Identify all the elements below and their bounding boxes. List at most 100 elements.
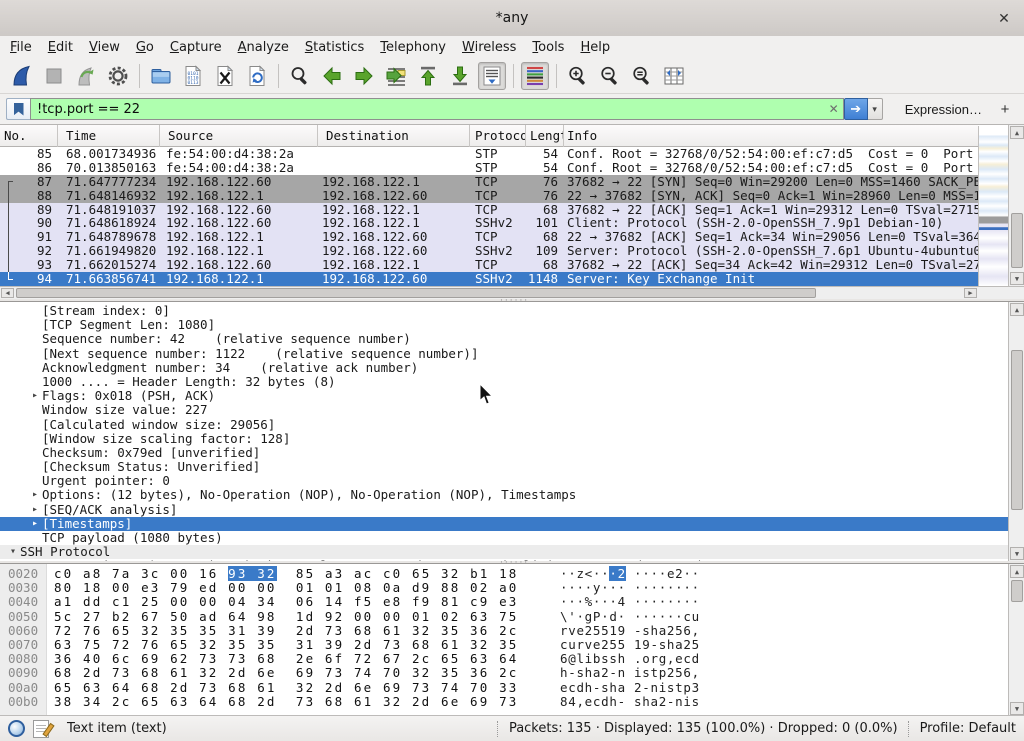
next-packet-button[interactable] [350,62,378,90]
zoom-original-button[interactable] [628,62,656,90]
close-button[interactable]: ✕ [994,8,1014,28]
hex-row[interactable]: 0020c0 a8 7a 3c 00 16 93 32 85 a3 ac c0 … [0,567,1008,581]
scroll-down-icon[interactable]: ▼ [1010,272,1024,285]
hex-row[interactable]: 007063 75 72 76 65 32 35 35 31 39 2d 73 … [0,638,1008,652]
detail-line[interactable]: [Stream index: 0] [0,304,1008,318]
hex-row[interactable]: 003080 18 00 e3 79 ed 00 00 01 01 08 0a … [0,581,1008,595]
hex-bytes[interactable]: a1 dd c1 25 00 00 04 34 06 14 f5 e8 f9 8… [54,595,518,609]
menu-tools[interactable]: Tools [524,38,572,57]
detail-line[interactable]: 1000 .... = Header Length: 32 bytes (8) [0,375,1008,389]
resize-columns-button[interactable] [660,62,688,90]
packet-row[interactable]: 9471.663856741192.168.122.1192.168.122.6… [0,272,978,286]
hex-row[interactable]: 006072 76 65 32 35 35 31 39 2d 73 68 61 … [0,624,1008,638]
vscroll-thumb[interactable] [1011,213,1023,268]
menu-view[interactable]: View [81,38,128,57]
hex-ascii[interactable]: ····y··· ········ [560,581,700,595]
menu-telephony[interactable]: Telephony [372,38,454,57]
column-header-destination[interactable]: Destination [318,125,470,147]
display-filter-input[interactable]: !tcp.port == 22 ✕ [30,98,844,120]
menu-statistics[interactable]: Statistics [297,38,372,57]
column-header-info[interactable]: Info [564,125,978,147]
bytes-vscrollbar[interactable]: ▲ ▼ [1008,564,1024,716]
scroll-up-icon[interactable]: ▲ [1010,303,1024,316]
hex-bytes[interactable]: 5c 27 b2 67 50 ad 64 98 1d 92 00 00 01 0… [54,610,518,624]
profile-label[interactable]: Profile: Default [920,721,1016,736]
hex-row[interactable]: 00505c 27 b2 67 50 ad 64 98 1d 92 00 00 … [0,610,1008,624]
menu-capture[interactable]: Capture [162,38,230,57]
vscroll-thumb[interactable] [1011,580,1023,602]
details-vscrollbar[interactable]: ▲ ▼ [1008,302,1024,561]
hex-ascii[interactable]: curve255 19-sha25 [560,638,700,652]
menu-go[interactable]: Go [128,38,162,57]
detail-line[interactable]: Checksum: 0x79ed [unverified] [0,446,1008,460]
column-header-length[interactable]: Length [526,125,564,147]
column-header-no[interactable]: No. [0,125,58,147]
close-file-button[interactable] [211,62,239,90]
packet-row[interactable]: 9171.648789678192.168.122.1192.168.122.6… [0,230,978,244]
first-packet-button[interactable] [414,62,442,90]
hex-ascii[interactable]: \'·gP·d· ······cu [560,610,700,624]
column-header-protocol[interactable]: Protocol [470,125,526,147]
detail-line[interactable]: Acknowledgment number: 34 (relative ack … [0,361,1008,375]
filter-bookmark-button[interactable] [6,98,30,120]
expression-button[interactable]: Expression… [899,100,988,119]
detail-line[interactable]: Window size value: 227 [0,403,1008,417]
detail-line[interactable]: ▸Flags: 0x018 (PSH, ACK) [0,389,1008,403]
hex-bytes[interactable]: 38 34 2c 65 63 64 68 2d 73 68 61 32 2d 6… [54,695,518,709]
column-header-time[interactable]: Time [58,125,160,147]
hex-bytes[interactable]: 68 2d 73 68 61 32 2d 6e 69 73 74 70 32 3… [54,666,518,680]
clear-filter-button[interactable]: ✕ [825,100,843,118]
detail-line[interactable]: ▸[SEQ/ACK analysis] [0,503,1008,517]
hex-row[interactable]: 0040a1 dd c1 25 00 00 04 34 06 14 f5 e8 … [0,595,1008,609]
detail-line[interactable]: ▸[Timestamps] [0,517,1008,531]
hex-ascii[interactable]: 84,ecdh- sha2-nis [560,695,700,709]
detail-line[interactable]: TCP payload (1080 bytes) [0,531,1008,545]
filter-history-dropdown[interactable]: ▾ [868,98,883,120]
hex-bytes[interactable]: 65 63 64 68 2d 73 68 61 32 2d 6e 69 73 7… [54,681,518,695]
scroll-right-icon[interactable]: ▶ [964,288,977,298]
scroll-down-icon[interactable]: ▼ [1010,702,1024,715]
hex-bytes[interactable]: 80 18 00 e3 79 ed 00 00 01 01 08 0a d9 8… [54,581,518,595]
vscroll-thumb[interactable] [1011,350,1023,510]
menu-analyze[interactable]: Analyze [230,38,297,57]
colorize-button[interactable] [521,62,549,90]
detail-line[interactable]: [TCP Segment Len: 1080] [0,318,1008,332]
hscroll-thumb[interactable] [16,288,816,298]
tree-collapsed-icon[interactable]: ▸ [28,517,42,531]
intelligent-scrollbar-minimap[interactable] [978,126,1009,286]
hex-bytes[interactable]: 63 75 72 76 65 32 35 35 31 39 2d 73 68 6… [54,638,518,652]
hex-bytes[interactable]: 36 40 6c 69 62 73 73 68 2e 6f 72 67 2c 6… [54,652,518,666]
packet-row[interactable]: 8971.648191037192.168.122.60192.168.122.… [0,203,978,217]
tree-collapsed-icon[interactable]: ▸ [28,488,42,502]
packet-row[interactable]: 8771.647777234192.168.122.60192.168.122.… [0,175,978,189]
scroll-up-icon[interactable]: ▲ [1010,126,1024,139]
start-capture-button[interactable] [8,62,36,90]
expert-info-icon[interactable] [8,720,25,737]
tree-expanded-icon[interactable]: ▾ [6,545,20,559]
zoom-out-button[interactable] [596,62,624,90]
detail-line[interactable]: Sequence number: 42 (relative sequence n… [0,332,1008,346]
packet-row[interactable]: 9271.661949820192.168.122.1192.168.122.6… [0,244,978,258]
hex-ascii[interactable]: ··z<···2 ····e2·· [560,567,700,581]
hex-bytes[interactable]: c0 a8 7a 3c 00 16 93 32 85 a3 ac c0 65 3… [54,567,518,581]
menu-help[interactable]: Help [572,38,618,57]
hex-row[interactable]: 00a065 63 64 68 2d 73 68 61 32 2d 6e 69 … [0,681,1008,695]
menu-wireless[interactable]: Wireless [454,38,524,57]
zoom-in-button[interactable] [564,62,592,90]
scroll-left-icon[interactable]: ◀ [1,288,14,298]
scroll-up-icon[interactable]: ▲ [1010,565,1024,578]
last-packet-button[interactable] [446,62,474,90]
packet-row[interactable]: 8670.013850163fe:54:00:d4:38:2aSTP54Conf… [0,161,978,175]
packet-row[interactable]: 9071.648618924192.168.122.60192.168.122.… [0,216,978,230]
hex-ascii[interactable]: 6@libssh .org,ecd [560,652,700,666]
open-file-button[interactable] [147,62,175,90]
tree-collapsed-icon[interactable]: ▸ [28,389,42,403]
menu-edit[interactable]: Edit [40,38,81,57]
detail-line[interactable]: Urgent pointer: 0 [0,474,1008,488]
hex-row[interactable]: 009068 2d 73 68 61 32 2d 6e 69 73 74 70 … [0,666,1008,680]
capture-comment-icon[interactable] [33,720,49,738]
packet-row[interactable]: 8871.648146932192.168.122.1192.168.122.6… [0,189,978,203]
hex-bytes[interactable]: 72 76 65 32 35 35 31 39 2d 73 68 61 32 3… [54,624,518,638]
detail-line[interactable]: [Calculated window size: 29056] [0,418,1008,432]
apply-filter-button[interactable]: ➔ [844,98,868,120]
